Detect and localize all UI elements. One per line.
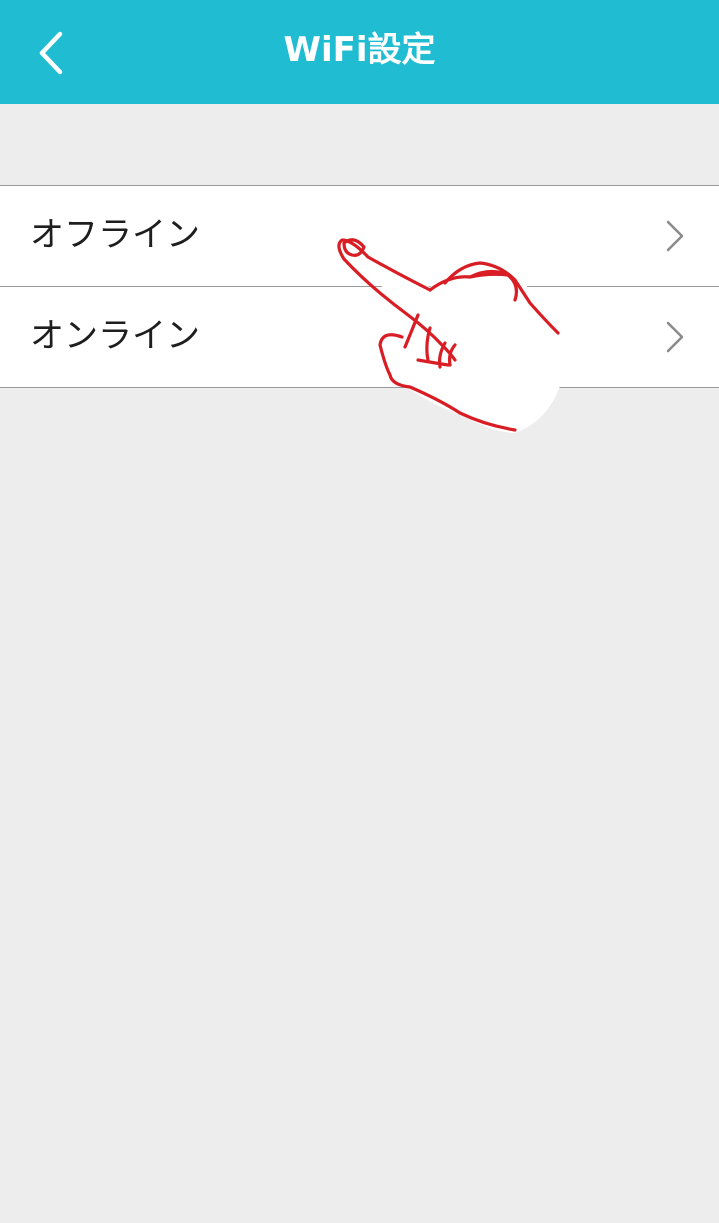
page-title: WiFi設定 xyxy=(283,30,436,70)
wifi-settings-list: オフライン オンライン xyxy=(0,185,719,388)
list-item-online[interactable]: オンライン xyxy=(0,287,719,388)
header-bar: WiFi設定 xyxy=(0,0,719,104)
list-item-label: オンライン xyxy=(30,316,200,356)
list-item-label: オフライン xyxy=(30,215,200,255)
chevron-right-icon xyxy=(666,321,684,353)
chevron-right-icon xyxy=(666,220,684,252)
list-item-offline[interactable]: オフライン xyxy=(0,186,719,287)
